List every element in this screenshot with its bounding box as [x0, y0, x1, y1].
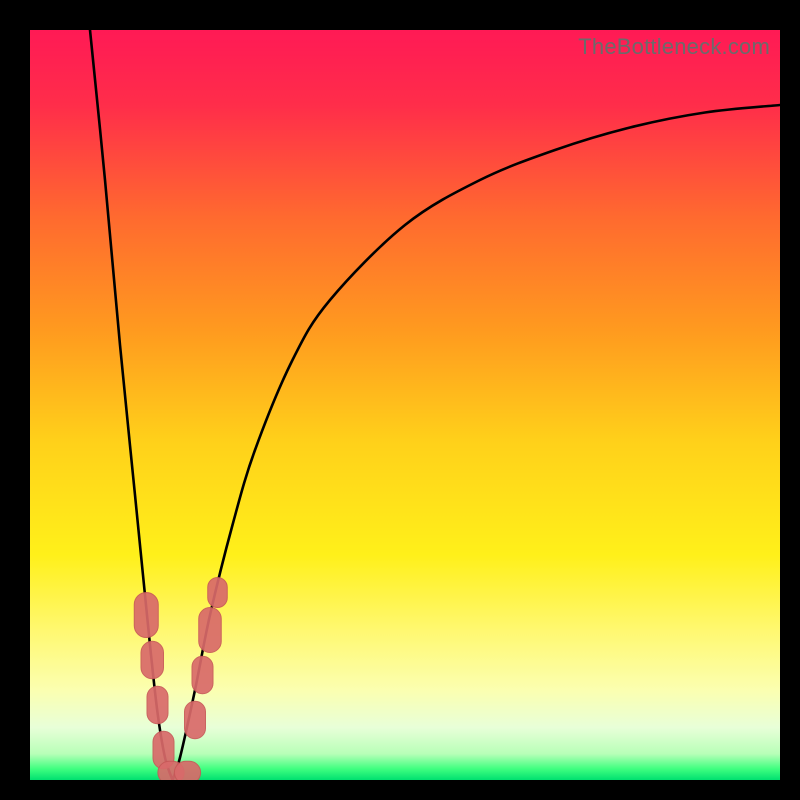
marker-point	[199, 608, 222, 653]
marker-point	[185, 701, 206, 739]
curve-right-branch	[173, 105, 781, 780]
marker-point	[208, 578, 228, 608]
marker-point	[141, 641, 164, 679]
plot-area: TheBottleneck.com	[30, 30, 780, 780]
chart-frame: TheBottleneck.com	[0, 0, 800, 800]
marker-point	[192, 656, 213, 694]
marker-point	[134, 593, 158, 638]
marker-point	[147, 686, 168, 724]
marker-point	[174, 761, 200, 780]
watermark-text: TheBottleneck.com	[578, 34, 770, 60]
curves-layer	[30, 30, 780, 780]
